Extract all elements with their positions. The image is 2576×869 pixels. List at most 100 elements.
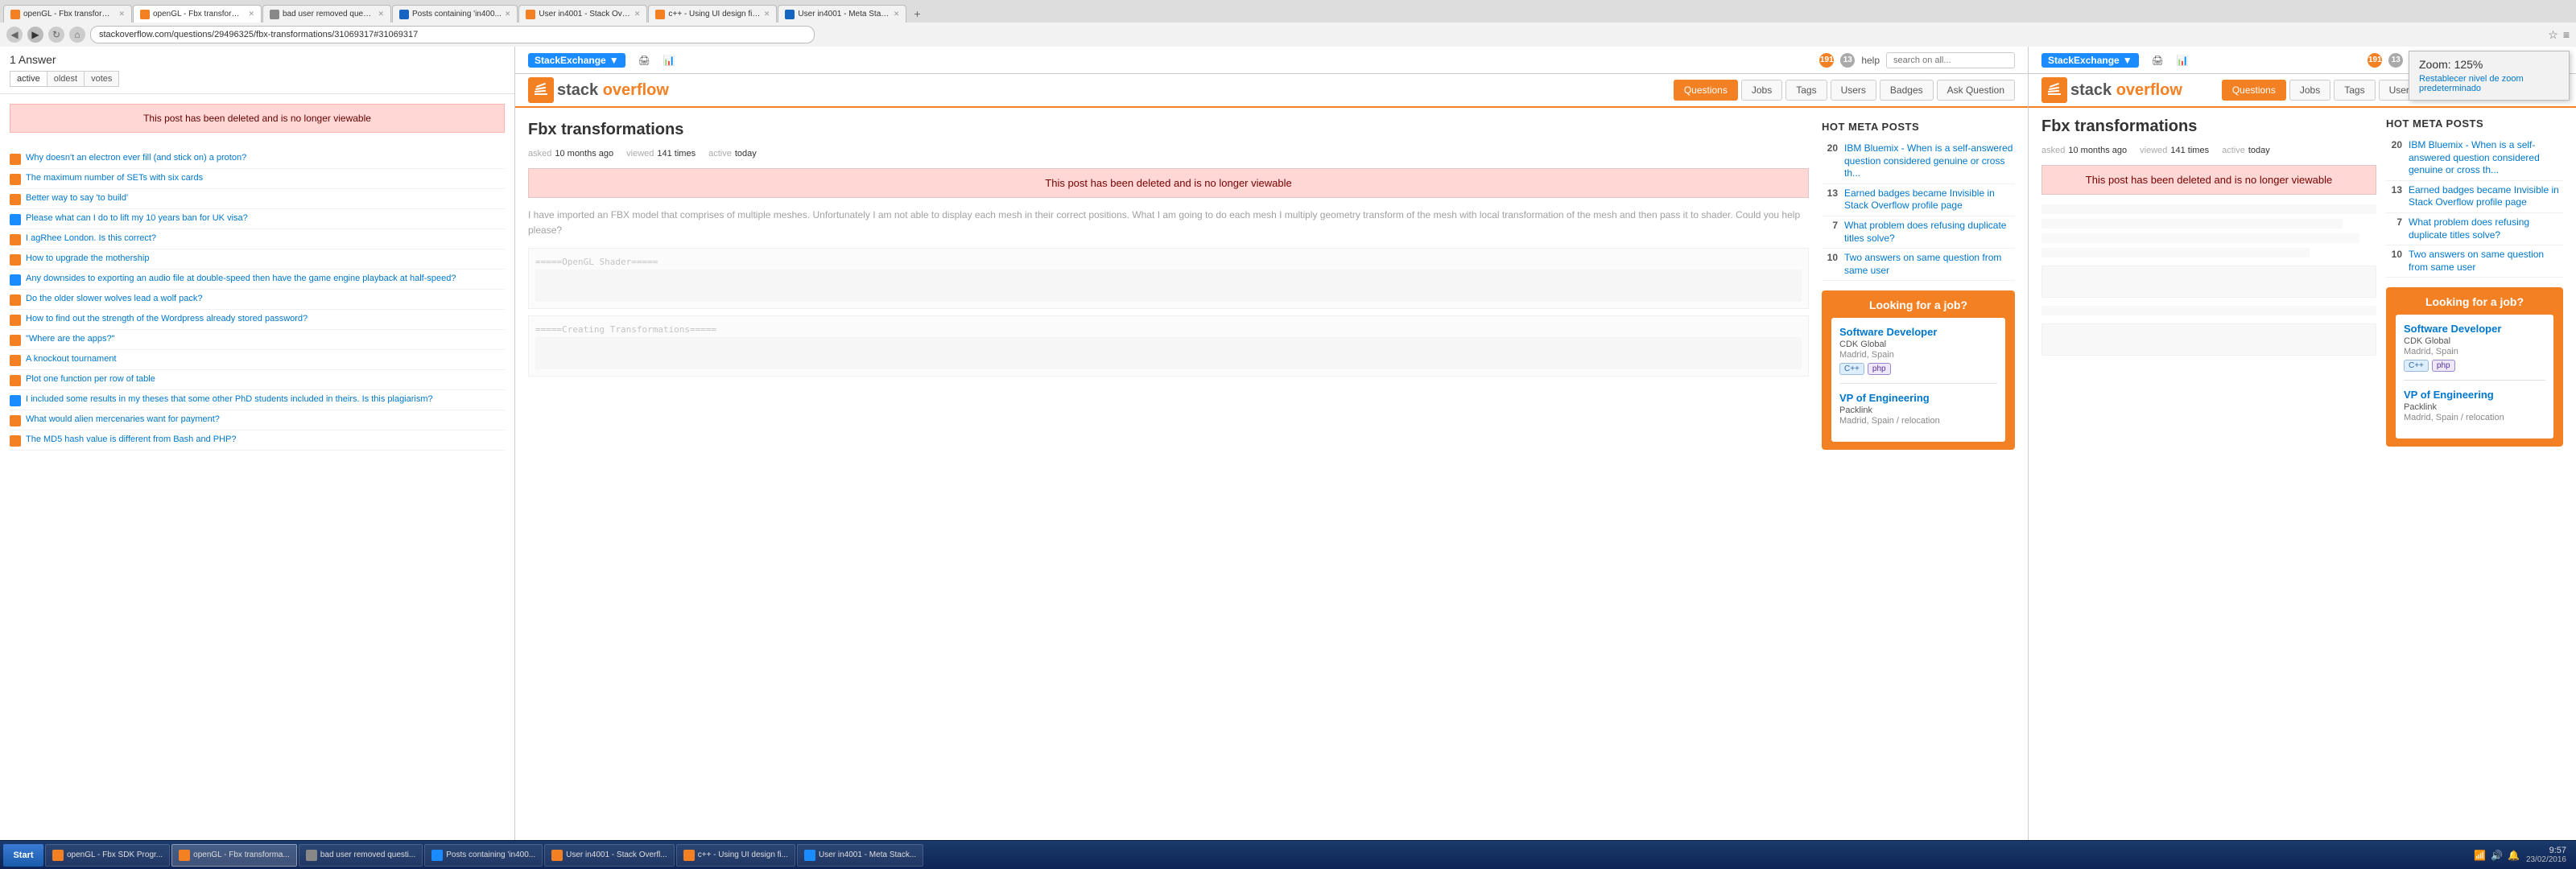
settings-icon[interactable]: ≡ bbox=[2563, 28, 2570, 41]
hot-meta-link[interactable]: Two answers on same question from same u… bbox=[1844, 252, 2015, 277]
tags-btn-right[interactable]: Tags bbox=[2334, 80, 2375, 101]
tab-close-icon[interactable]: ✕ bbox=[634, 10, 641, 19]
hot-meta-item: 10 Two answers on same question from sam… bbox=[1822, 249, 2015, 281]
tab-close-icon[interactable]: ✕ bbox=[505, 10, 511, 19]
print-icon-right[interactable]: 🖨 bbox=[2152, 55, 2164, 66]
taskbar-btn-t3[interactable]: bad user removed questi... bbox=[299, 844, 423, 867]
question-link[interactable]: What would alien mercenaries want for pa… bbox=[26, 414, 220, 425]
tab-oldest[interactable]: oldest bbox=[47, 71, 85, 87]
so-logo[interactable]: stack overflow bbox=[528, 77, 669, 103]
r-hot-link-3[interactable]: Two answers on same question from same u… bbox=[2409, 249, 2563, 274]
tags-button[interactable]: Tags bbox=[1785, 80, 1827, 101]
tab-fbx-active[interactable]: openGL - Fbx transforma... ✕ bbox=[133, 5, 262, 23]
question-link[interactable]: Any downsides to exporting an audio file… bbox=[26, 273, 456, 284]
tab-close-icon[interactable]: ✕ bbox=[248, 10, 254, 19]
question-link[interactable]: Better way to say 'to build' bbox=[26, 192, 128, 204]
help-link[interactable]: help bbox=[1861, 55, 1880, 66]
question-link[interactable]: I included some results in my theses tha… bbox=[26, 393, 433, 405]
chart-icon[interactable]: 📊 bbox=[663, 55, 675, 66]
forward-button[interactable]: ▶ bbox=[27, 27, 43, 43]
hot-meta-link[interactable]: What problem does refusing duplicate tit… bbox=[1844, 220, 2015, 245]
start-button[interactable]: Start bbox=[3, 844, 43, 867]
hot-meta-link[interactable]: Earned badges became Invisible in Stack … bbox=[1844, 187, 2015, 212]
question-link[interactable]: Please what can I do to lift my 10 years… bbox=[26, 212, 248, 224]
question-link[interactable]: Do the older slower wolves lead a wolf p… bbox=[26, 293, 203, 304]
taskbar-label-t2: openGL - Fbx transforma... bbox=[193, 850, 290, 859]
question-link[interactable]: The MD5 hash value is different from Bas… bbox=[26, 434, 237, 445]
tab-close-icon[interactable]: ✕ bbox=[378, 10, 384, 19]
right-job-title-1[interactable]: VP of Engineering bbox=[2404, 389, 2545, 401]
start-label: Start bbox=[13, 850, 33, 860]
bookmark-icon[interactable]: ☆ bbox=[2548, 28, 2558, 42]
job-tag-php[interactable]: php bbox=[1868, 363, 1891, 375]
se-search-input[interactable] bbox=[1886, 52, 2015, 68]
reload-button[interactable]: ↻ bbox=[48, 27, 64, 43]
taskbar-btn-t5[interactable]: User in4001 - Stack Overfl... bbox=[544, 844, 675, 867]
question-link[interactable]: How to upgrade the mothership bbox=[26, 253, 149, 264]
rep-badge-right[interactable]: 13 bbox=[2388, 53, 2403, 68]
question-body: I have imported an FBX model that compri… bbox=[528, 208, 1809, 377]
right-job-title-0[interactable]: Software Developer bbox=[2404, 323, 2545, 335]
right-job-tag-cpp[interactable]: C++ bbox=[2404, 360, 2429, 372]
question-link[interactable]: The maximum number of SETs with six card… bbox=[26, 172, 203, 183]
back-button[interactable]: ◀ bbox=[6, 27, 23, 43]
tab-close-icon[interactable]: ✕ bbox=[118, 10, 125, 19]
tab-bad-user[interactable]: bad user removed questi... ✕ bbox=[262, 5, 391, 23]
question-link[interactable]: Plot one function per row of table bbox=[26, 373, 155, 385]
list-item: "Where are the apps?" bbox=[10, 330, 505, 350]
se-logo[interactable]: StackExchange ▼ bbox=[528, 53, 625, 68]
tab-user-so[interactable]: User in4001 - Stack Overfl... ✕ bbox=[518, 5, 647, 23]
network-icon[interactable]: 📶 bbox=[2474, 850, 2486, 861]
questions-btn-right[interactable]: Questions bbox=[2222, 80, 2286, 101]
users-button[interactable]: Users bbox=[1831, 80, 1876, 101]
address-box[interactable]: stackoverflow.com/questions/29496325/fbx… bbox=[90, 26, 815, 43]
tab-cpp[interactable]: c++ - Using UI design fil... ✕ bbox=[648, 5, 777, 23]
rep-badge[interactable]: 13 bbox=[1840, 53, 1855, 68]
taskbar-label-t7: User in4001 - Meta Stack... bbox=[819, 850, 916, 859]
question-link[interactable]: A knockout tournament bbox=[26, 353, 117, 364]
job-title[interactable]: Software Developer bbox=[1839, 326, 1997, 338]
taskbar-btn-t4[interactable]: Posts containing 'in400... bbox=[424, 844, 543, 867]
job-title[interactable]: VP of Engineering bbox=[1839, 392, 1997, 404]
print-icon[interactable]: 🖨 bbox=[638, 55, 650, 66]
taskbar-btn-t7[interactable]: User in4001 - Meta Stack... bbox=[797, 844, 923, 867]
taskbar-btn-t2[interactable]: openGL - Fbx transforma... bbox=[171, 844, 297, 867]
questions-button[interactable]: Questions bbox=[1674, 80, 1738, 101]
new-tab-button[interactable]: + bbox=[907, 5, 927, 23]
badges-button[interactable]: Badges bbox=[1880, 80, 1934, 101]
taskbar-btn-t1[interactable]: openGL - Fbx SDK Progr... bbox=[45, 844, 170, 867]
question-link[interactable]: Why doesn't an electron ever fill (and s… bbox=[26, 152, 246, 163]
so-logo-right[interactable]: stack overflow bbox=[2041, 77, 2182, 103]
zoom-reset[interactable]: Restablecer nivel de zoom predeterminado bbox=[2419, 74, 2559, 93]
se-logo-right[interactable]: StackExchange ▼ bbox=[2041, 53, 2139, 68]
hot-meta-link[interactable]: IBM Bluemix - When is a self-answered qu… bbox=[1844, 142, 2015, 180]
r-hot-link-2[interactable]: What problem does refusing duplicate tit… bbox=[2409, 216, 2563, 241]
question-link[interactable]: "Where are the apps?" bbox=[26, 333, 115, 344]
tab-user-meta[interactable]: User in4001 - Meta Stack... ✕ bbox=[778, 5, 906, 23]
question-link[interactable]: How to find out the strength of the Word… bbox=[26, 313, 308, 324]
taskbar-btn-t6[interactable]: c++ - Using UI design fi... bbox=[676, 844, 795, 867]
speaker-icon[interactable]: 🔊 bbox=[2491, 850, 2503, 861]
chart-icon-right[interactable]: 📊 bbox=[2177, 55, 2189, 66]
r-hot-link-1[interactable]: Earned badges became Invisible in Stack … bbox=[2409, 184, 2563, 209]
clock-time: 9:57 bbox=[2549, 846, 2566, 855]
notification-icon[interactable]: 🔔 bbox=[2508, 850, 2520, 861]
tab-active[interactable]: active bbox=[10, 71, 47, 87]
jobs-button[interactable]: Jobs bbox=[1741, 80, 1782, 101]
right-job-tag-php[interactable]: php bbox=[2432, 360, 2455, 372]
tab-close-icon[interactable]: ✕ bbox=[894, 10, 900, 19]
home-button[interactable]: ⌂ bbox=[69, 27, 85, 43]
tab-posts[interactable]: Posts containing 'in400... ✕ bbox=[392, 5, 518, 23]
ask-question-button[interactable]: Ask Question bbox=[1937, 80, 2015, 101]
tab-fbx-sdk1[interactable]: openGL - Fbx transforma... ✕ bbox=[3, 5, 132, 23]
jobs-btn-right[interactable]: Jobs bbox=[2289, 80, 2330, 101]
right-job-location-1: Madrid, Spain / relocation bbox=[2404, 413, 2545, 422]
r-hot-link-0[interactable]: IBM Bluemix - When is a self-answered qu… bbox=[2409, 139, 2563, 177]
tab-votes[interactable]: votes bbox=[85, 71, 119, 87]
question-link[interactable]: I agRhee London. Is this correct? bbox=[26, 233, 156, 244]
tab-close-icon[interactable]: ✕ bbox=[764, 10, 770, 19]
inbox-badge[interactable]: 191 bbox=[1819, 53, 1834, 68]
job-tag-cpp[interactable]: C++ bbox=[1839, 363, 1864, 375]
inbox-badge-right[interactable]: 191 bbox=[2368, 53, 2382, 68]
tab-label: bad user removed questi... bbox=[283, 10, 374, 19]
